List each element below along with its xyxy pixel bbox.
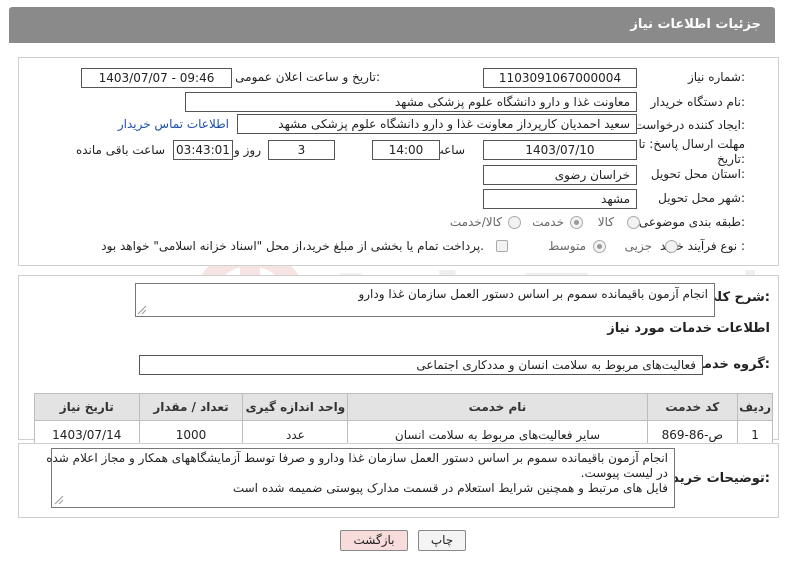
purchase-radio-medium[interactable] [593,240,606,253]
category-radio-goods-service[interactable] [508,216,521,229]
category-radio-service[interactable] [570,216,583,229]
services-table-header: ردیف کد خدمت نام خدمت واحد اندازه گیری ت… [34,393,773,421]
buyer-notes-field[interactable]: انجام آزمون باقیمانده سموم بر اساس دستور… [46,448,675,508]
province-label: استان محل تحویل: [650,167,745,181]
service-group-field[interactable]: فعالیت‌های مربوط به سلامت انسان و مددکار… [139,355,703,375]
remaining-time-label: ساعت باقی مانده [75,143,165,157]
resize-grip-icon[interactable] [137,305,147,315]
remaining-days-field[interactable]: 3 [268,140,335,160]
resize-grip-icon[interactable] [54,495,64,505]
creator-label: ایجاد کننده درخواست: [634,118,745,132]
col-code: کد خدمت [646,393,739,421]
page-title: جزئیات اطلاعات نیاز [630,17,761,32]
category-option-goods: کالا [597,215,614,229]
category-option-service: خدمت [532,215,564,229]
creator-field[interactable]: سعید احمدیان کارپرداز معاونت غذا و دارو … [237,114,637,134]
treasury-bonds-checkbox[interactable] [496,240,508,252]
deadline-label-line1: مهلت ارسال پاسخ: تا [638,137,745,151]
buyer-notes-line2: در لیست پیوست. [580,466,668,480]
page-title-bar: جزئیات اطلاعات نیاز [9,7,775,43]
buyer-org-label: نام دستگاه خریدار: [650,95,746,109]
city-label: شهر محل تحویل: [658,191,745,205]
announce-field[interactable]: 1403/07/07 - 09:46 [81,68,232,88]
deadline-label: مهلت ارسال پاسخ: تا تاریخ: [638,137,745,167]
need-number-field[interactable]: 1103091067000004 [483,68,637,88]
col-row: ردیف [737,393,773,421]
purchase-radio-minor[interactable] [665,240,678,253]
remaining-time-field[interactable]: 03:43:01 [173,140,233,160]
announce-label: تاریخ و ساعت اعلان عمومی: [235,70,380,84]
purchase-option-medium: متوسط [548,239,586,253]
category-option-goods-service: کالا/خدمت [449,215,502,229]
back-button[interactable]: بازگشت [340,530,408,551]
col-unit: واحد اندازه گیری [242,393,349,421]
deadline-date-field[interactable]: 1403/07/10 [483,140,637,160]
deadline-time-field[interactable]: 14:00 [372,140,440,160]
province-field[interactable]: خراسان رضوی [483,165,637,185]
need-number-label: شماره نیاز: [687,70,745,84]
col-date: تاریخ نیاز [34,393,140,421]
deadline-label-line2: تاریخ: [717,152,745,166]
col-qty: تعداد / مقدار [138,393,244,421]
treasury-bonds-text: پرداخت تمام یا بخشی از مبلغ خرید،از محل … [101,239,484,253]
category-radio-goods[interactable] [627,216,640,229]
buyer-notes-label: توضیحات خریدار: [660,471,770,486]
category-label: طبقه بندی موضوعی: [638,215,745,229]
services-section-title: اطلاعات خدمات مورد نیاز [607,321,770,336]
col-name: نام خدمت [347,393,648,421]
services-table: ردیف کد خدمت نام خدمت واحد اندازه گیری ت… [34,393,773,449]
buyer-org-field[interactable]: معاونت غذا و دارو دانشگاه علوم پزشکی مشه… [185,92,637,112]
purchase-option-minor: جزیی [624,239,652,253]
remaining-days-label: روز و [234,143,261,157]
summary-field[interactable]: انجام آزمون باقیمانده سموم بر اساس دستور… [135,283,715,317]
city-field[interactable]: مشهد [483,189,637,209]
print-button[interactable]: چاپ [418,530,466,551]
buyer-contact-link[interactable]: اطلاعات تماس خریدار [118,117,229,131]
buyer-notes-line3: فایل های مرتبط و همچنین شرایط استعلام در… [232,481,668,495]
buyer-notes-line1: انجام آزمون باقیمانده سموم بر اساس دستور… [46,451,668,465]
